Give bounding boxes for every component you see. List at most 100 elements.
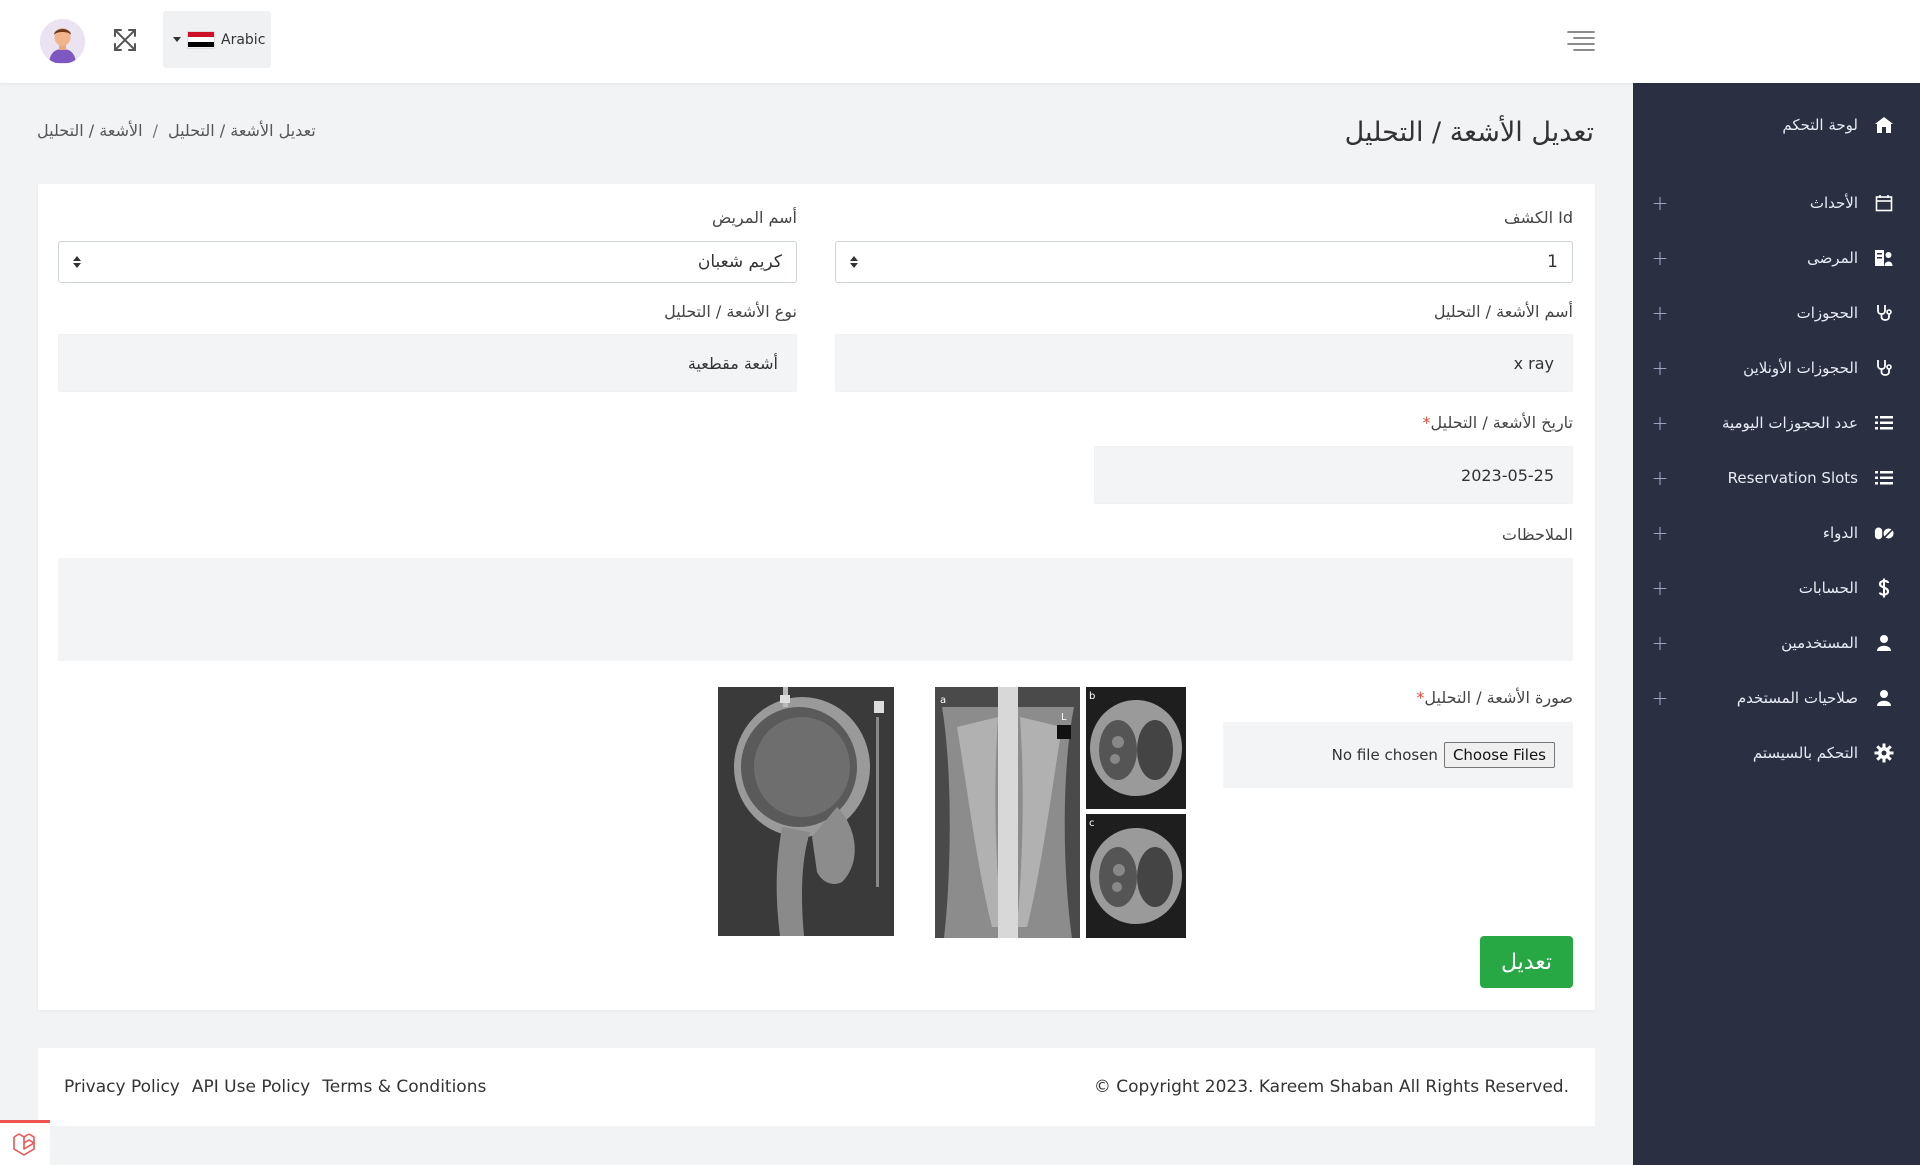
sidebar-item-daily-reservations[interactable]: + عدد الحجوزات اليومية — [1633, 403, 1920, 443]
gear-icon — [1874, 743, 1894, 763]
scan-name-input[interactable]: x ray — [835, 334, 1573, 392]
breadcrumb: تعديل الأشعة / التحليل / الأشعة / التحلي… — [37, 121, 316, 140]
sidebar-item-label: المرضى — [1807, 249, 1858, 267]
sidebar-item-label: لوحة التحكم — [1782, 116, 1858, 134]
edit-scan-form: Id الكشف 1 أسم المريض كريم شعبان أسم الأ… — [38, 184, 1595, 1010]
scan-name-label: أسم الأشعة / التحليل — [1433, 302, 1573, 321]
api-use-policy-link[interactable]: API Use Policy — [192, 1077, 310, 1097]
sidebar-item-label: الحجوزات — [1796, 304, 1858, 322]
footer: Privacy Policy API Use Policy Terms & Co… — [38, 1048, 1595, 1126]
scan-date-input[interactable]: 2023-05-25 — [1094, 446, 1573, 504]
breadcrumb-current: تعديل الأشعة / التحليل — [167, 121, 316, 140]
stethoscope-icon — [1874, 358, 1894, 378]
fullscreen-icon — [114, 29, 136, 51]
fullscreen-button[interactable] — [110, 25, 140, 55]
sidebar-item-label: الدواء — [1822, 524, 1858, 542]
user-icon — [1874, 688, 1894, 708]
egypt-flag-icon — [187, 30, 215, 49]
required-mark: * — [1422, 413, 1431, 432]
patient-icon — [1874, 248, 1894, 268]
update-button[interactable]: تعديل — [1480, 936, 1573, 988]
sidebar-item-label: الحسابات — [1798, 579, 1858, 597]
sidebar-item-dashboard[interactable]: لوحة التحكم — [1633, 105, 1920, 145]
ct-panel-label: c — [1089, 818, 1095, 829]
exam-id-label: Id الكشف — [1504, 208, 1573, 227]
page-title: تعديل الأشعة / التحليل — [1344, 117, 1594, 148]
exam-id-select[interactable]: 1 — [835, 241, 1573, 283]
stethoscope-icon — [1874, 303, 1894, 323]
pills-icon — [1874, 523, 1894, 543]
sidebar-item-events[interactable]: + الأحداث — [1633, 183, 1920, 223]
sidebar: لوحة التحكم + الأحداث + المرضى + الحجوزا… — [1633, 83, 1920, 1165]
sidebar-item-label: Reservation Slots — [1727, 469, 1858, 487]
list-icon — [1874, 413, 1894, 433]
ct-panel-label: a — [940, 695, 946, 706]
ct-marker-label: L — [1061, 712, 1067, 723]
sidebar-item-accounts[interactable]: + الحسابات — [1633, 568, 1920, 608]
ct-panel-label: b — [1089, 691, 1095, 702]
scan-type-label: نوع الأشعة / التحليل — [664, 302, 797, 321]
patient-name-label: أسم المريض — [711, 208, 797, 227]
menu-toggle-button[interactable] — [1566, 28, 1596, 54]
language-dropdown[interactable]: Arabic — [163, 11, 271, 68]
exam-id-value: 1 — [1547, 252, 1558, 272]
expand-plus-icon: + — [1651, 301, 1669, 325]
select-arrows-icon — [73, 256, 81, 268]
sidebar-item-label: صلاحيات المستخدم — [1736, 689, 1858, 707]
sidebar-item-label: التحكم بالسيستم — [1752, 744, 1858, 762]
scan-image-label-text: صورة الأشعة / التحليل — [1424, 688, 1573, 707]
scan-preview-image: a L b c — [682, 687, 1186, 938]
breadcrumb-separator: / — [152, 121, 158, 140]
hamburger-icon — [1567, 31, 1595, 51]
sidebar-item-patients[interactable]: + المرضى — [1633, 238, 1920, 278]
language-label: Arabic — [221, 31, 266, 48]
expand-plus-icon: + — [1651, 356, 1669, 380]
notes-label: الملاحظات — [1501, 525, 1573, 544]
dollar-icon — [1874, 578, 1894, 598]
expand-plus-icon: + — [1651, 631, 1669, 655]
sidebar-item-system-settings[interactable]: التحكم بالسيستم — [1633, 733, 1920, 773]
sidebar-item-reservations[interactable]: + الحجوزات — [1633, 293, 1920, 333]
file-input[interactable]: No file chosen Choose Files — [1223, 722, 1573, 788]
notes-textarea[interactable] — [58, 558, 1573, 661]
scan-type-input[interactable]: أشعة مقطعية — [58, 334, 797, 392]
patient-name-value: كريم شعبان — [697, 252, 782, 272]
sidebar-item-label: المستخدمين — [1781, 634, 1858, 652]
expand-plus-icon: + — [1651, 466, 1669, 490]
sidebar-item-label: الحجوزات الأونلاين — [1743, 359, 1858, 377]
breadcrumb-parent[interactable]: الأشعة / التحليل — [37, 121, 143, 140]
sidebar-item-online-reservations[interactable]: + الحجوزات الأونلاين — [1633, 348, 1920, 388]
expand-plus-icon: + — [1651, 191, 1669, 215]
calendar-icon — [1874, 193, 1894, 213]
expand-plus-icon: + — [1651, 686, 1669, 710]
home-icon — [1874, 115, 1894, 135]
xray-collage-image: a L b c — [682, 687, 1186, 938]
scan-image-label: صورة الأشعة / التحليل* — [1416, 688, 1573, 707]
scan-date-label-text: تاريخ الأشعة / التحليل — [1430, 413, 1573, 432]
topbar: Arabic — [0, 0, 1920, 83]
select-arrows-icon — [850, 256, 858, 268]
user-avatar[interactable] — [40, 19, 85, 64]
file-status: No file chosen — [1331, 746, 1438, 764]
expand-plus-icon: + — [1651, 411, 1669, 435]
sidebar-item-user-permissions[interactable]: + صلاحيات المستخدم — [1633, 678, 1920, 718]
sidebar-item-label: عدد الحجوزات اليومية — [1721, 414, 1858, 432]
sidebar-item-medicine[interactable]: + الدواء — [1633, 513, 1920, 553]
list-icon — [1874, 468, 1894, 488]
expand-plus-icon: + — [1651, 521, 1669, 545]
laravel-logo-icon — [13, 1133, 35, 1156]
copyright-text: © Copyright 2023. Kareem Shaban All Righ… — [1093, 1077, 1569, 1097]
scan-date-label: تاريخ الأشعة / التحليل* — [1423, 413, 1573, 432]
expand-plus-icon: + — [1651, 576, 1669, 600]
avatar-icon — [40, 19, 85, 64]
choose-files-button[interactable]: Choose Files — [1443, 742, 1555, 768]
sidebar-item-reservation-slots[interactable]: + Reservation Slots — [1633, 458, 1920, 498]
caret-down-icon — [173, 37, 181, 42]
footer-links: Privacy Policy API Use Policy Terms & Co… — [64, 1077, 486, 1097]
privacy-policy-link[interactable]: Privacy Policy — [64, 1077, 180, 1097]
user-icon — [1874, 633, 1894, 653]
patient-name-select[interactable]: كريم شعبان — [58, 241, 797, 283]
terms-link[interactable]: Terms & Conditions — [322, 1077, 486, 1097]
sidebar-item-users[interactable]: + المستخدمين — [1633, 623, 1920, 663]
debugbar-toggle[interactable] — [0, 1120, 50, 1165]
